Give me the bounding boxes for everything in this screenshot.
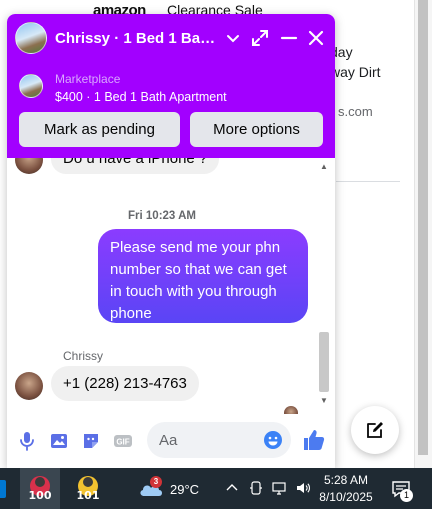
thumbs-up-icon[interactable] (301, 427, 327, 453)
scroll-down-arrow-icon[interactable]: ▼ (320, 396, 328, 405)
scroll-up-arrow-icon[interactable]: ▲ (320, 162, 328, 171)
taskbar: 100 101 3 29°C 5:28 AM 8/10/2025 1 (0, 468, 432, 509)
sender-name: Chrissy (63, 349, 104, 363)
background-divider (336, 181, 400, 182)
clock-date[interactable]: 8/10/2025 (318, 490, 374, 504)
microphone-icon[interactable] (16, 430, 38, 452)
clock-time[interactable]: 5:28 AM (318, 473, 374, 487)
taskbar-app-badge: 100 (28, 489, 52, 502)
message-timestamp: Fri 10:23 AM (128, 210, 196, 222)
read-receipt-avatar (284, 406, 298, 414)
background-url-fragment: s.com (338, 104, 373, 119)
messenger-chat-window: Chrissy · 1 Bed 1 Bath Apartment Marketp… (7, 14, 335, 468)
mark-as-pending-button[interactable]: Mark as pending (19, 112, 180, 147)
partial-app-icon[interactable] (0, 480, 6, 498)
chevron-up-icon[interactable] (224, 480, 240, 496)
minimize-icon[interactable] (279, 28, 299, 48)
network-icon[interactable] (271, 480, 287, 496)
page-scrollbar-thumb[interactable] (418, 0, 428, 455)
emoji-icon[interactable] (263, 430, 283, 450)
message-list[interactable]: Do u have a iPhone ? Fri 10:23 AM Please… (7, 158, 335, 414)
more-options-button[interactable]: More options (190, 112, 323, 147)
chat-scrollbar-thumb[interactable] (319, 332, 329, 392)
new-message-button[interactable] (351, 406, 399, 454)
taskbar-app-yellow[interactable]: 101 (68, 468, 108, 509)
weather-badge: 3 (150, 476, 162, 488)
volume-icon[interactable] (295, 480, 311, 496)
svg-text:GIF: GIF (116, 438, 129, 447)
chevron-down-icon[interactable] (223, 28, 243, 48)
contact-avatar-small[interactable] (15, 372, 43, 400)
chat-header: Chrissy · 1 Bed 1 Bath Apartment Marketp… (7, 14, 335, 158)
taskbar-left-edge (0, 468, 6, 509)
sent-message-bubble[interactable]: Please send me your phn number so that w… (98, 229, 308, 323)
gif-icon[interactable]: GIF (112, 430, 134, 452)
listing-thumbnail[interactable] (19, 74, 43, 98)
close-icon[interactable] (306, 28, 326, 48)
taskbar-app-badge: 101 (76, 489, 100, 502)
message-composer: GIF (7, 414, 335, 468)
photo-icon[interactable] (48, 430, 70, 452)
background-text-line-2: way Dirt (330, 64, 381, 80)
listing-title[interactable]: $400 · 1 Bed 1 Bath Apartment (55, 90, 227, 104)
weather-temperature[interactable]: 29°C (170, 482, 199, 497)
compose-icon (367, 422, 383, 438)
expand-icon[interactable] (250, 28, 270, 48)
notification-badge: 1 (400, 489, 413, 502)
sticker-icon[interactable] (80, 430, 102, 452)
received-message-bubble[interactable]: +1 (228) 213-4763 (51, 366, 199, 401)
taskbar-app-red[interactable]: 100 (20, 468, 60, 509)
device-icon[interactable] (248, 480, 264, 496)
contact-avatar-small (15, 158, 43, 174)
contact-avatar[interactable] (15, 22, 47, 54)
marketplace-label: Marketplace (55, 72, 121, 86)
contact-title[interactable]: Chrissy · 1 Bed 1 Bath Apartment (55, 30, 217, 47)
received-message-bubble[interactable]: Do u have a iPhone ? (51, 158, 220, 174)
